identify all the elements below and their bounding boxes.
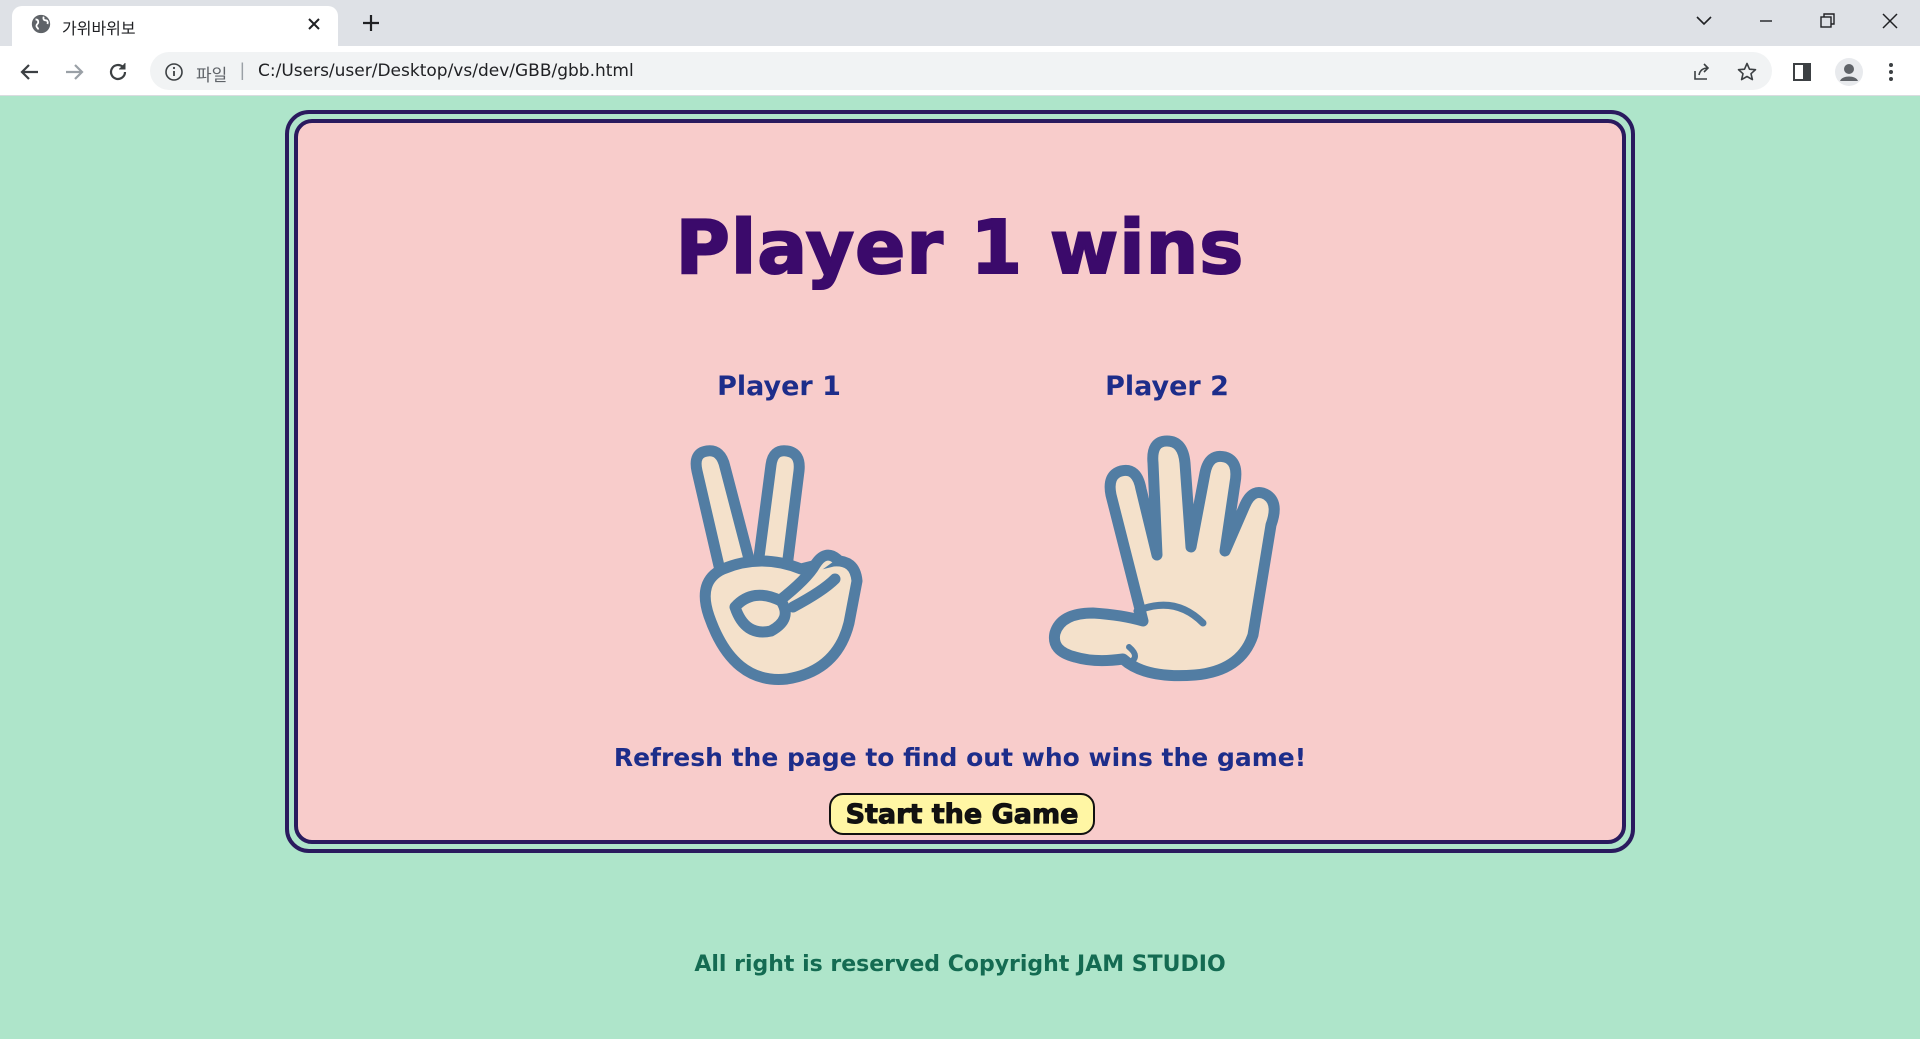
minimize-icon[interactable] bbox=[1746, 6, 1786, 36]
tab-search-chevron-icon[interactable] bbox=[1684, 6, 1724, 36]
reload-icon[interactable] bbox=[105, 59, 131, 85]
address-bar[interactable]: 파일 | C:/Users/user/Desktop/vs/dev/GBB/gb… bbox=[150, 52, 1772, 90]
game-card: Player 1 wins Player 1 Player 2 Refresh … bbox=[294, 119, 1626, 844]
profile-avatar-icon[interactable] bbox=[1834, 57, 1864, 87]
browser-tab[interactable]: 가위바위보 bbox=[12, 6, 338, 46]
scissors-hand-icon bbox=[690, 445, 863, 685]
restore-icon[interactable] bbox=[1806, 6, 1846, 36]
player1-label: Player 1 bbox=[717, 371, 841, 402]
forward-arrow-icon[interactable] bbox=[61, 59, 87, 85]
menu-kebab-icon[interactable] bbox=[1878, 59, 1904, 85]
side-panel-icon[interactable] bbox=[1789, 59, 1815, 85]
game-card-frame: Player 1 wins Player 1 Player 2 Refresh … bbox=[285, 110, 1635, 853]
url-separator: | bbox=[240, 60, 245, 80]
url-text[interactable]: C:/Users/user/Desktop/vs/dev/GBB/gbb.htm… bbox=[258, 61, 634, 81]
site-info-icon[interactable] bbox=[164, 62, 184, 82]
share-icon[interactable] bbox=[1691, 61, 1713, 83]
globe-icon bbox=[31, 14, 51, 34]
instruction-message: Refresh the page to find out who wins th… bbox=[613, 743, 1307, 772]
result-title: Player 1 wins bbox=[675, 204, 1245, 292]
start-game-button[interactable]: Start the Game bbox=[829, 793, 1095, 835]
close-tab-icon[interactable] bbox=[304, 14, 324, 34]
close-window-icon[interactable] bbox=[1870, 6, 1910, 36]
player2-label: Player 2 bbox=[1105, 371, 1229, 402]
footer-copyright: All right is reserved Copyright JAM STUD… bbox=[694, 952, 1226, 977]
new-tab-plus-icon[interactable] bbox=[358, 10, 384, 36]
back-arrow-icon[interactable] bbox=[17, 59, 43, 85]
tab-title: 가위바위보 bbox=[62, 19, 136, 38]
browser-tab-bar: 가위바위보 bbox=[0, 0, 1920, 46]
file-scheme-label: 파일 bbox=[196, 66, 228, 86]
bookmark-star-icon[interactable] bbox=[1736, 61, 1758, 83]
paper-hand-icon bbox=[1048, 435, 1280, 682]
browser-toolbar: 파일 | C:/Users/user/Desktop/vs/dev/GBB/gb… bbox=[0, 46, 1920, 96]
